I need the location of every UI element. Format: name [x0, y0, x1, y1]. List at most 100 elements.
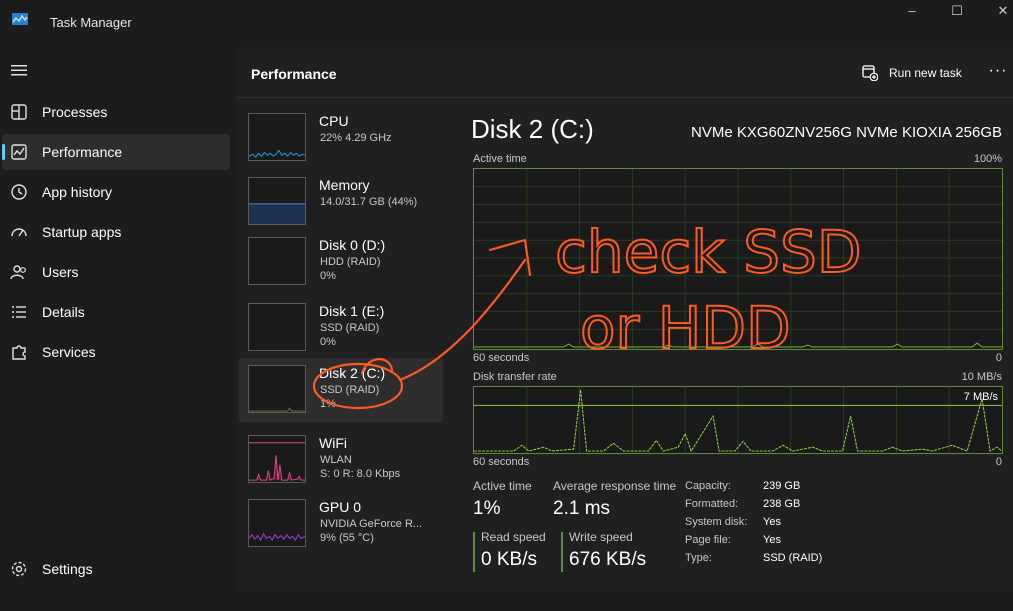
device-item-gpu-0[interactable]: GPU 0 NVIDIA GeForce R... 9% (55 °C): [239, 492, 443, 556]
hamburger-menu-icon[interactable]: [10, 62, 28, 78]
transfer-rate-graph-label: Disk transfer rate: [473, 371, 557, 383]
device-detail: 14.0/31.7 GB (44%): [320, 196, 418, 208]
type-value: SSD (RAID): [763, 552, 823, 564]
sidebar-item-processes[interactable]: Processes: [2, 94, 230, 130]
settings-label: Settings: [42, 561, 93, 577]
disk-2-thumbnail-graph: [248, 365, 306, 413]
sidebar-item-label: Startup apps: [42, 224, 122, 240]
run-new-task-label: Run new task: [889, 66, 962, 80]
read-speed-value: 0 KB/s: [481, 549, 537, 570]
system-disk-label: System disk:: [685, 516, 748, 528]
sidebar-item-label: Processes: [42, 104, 108, 120]
active-time-graph: [473, 168, 1003, 350]
sidebar-item-app-history[interactable]: App history: [2, 174, 230, 210]
transfer-rate-graph-min: 0: [995, 456, 1002, 468]
active-time-graph-max: 100%: [973, 153, 1002, 165]
device-item-disk-0[interactable]: Disk 0 (D:) HDD (RAID) 0%: [239, 230, 443, 294]
task-manager-icon: [12, 13, 28, 25]
active-time-label: Active time: [473, 479, 532, 493]
type-label: Type:: [685, 552, 712, 564]
sidebar-item-label: Details: [42, 304, 85, 320]
device-detail: WLAN: [320, 454, 352, 466]
device-name: WiFi: [319, 435, 347, 451]
formatted-value: 238 GB: [763, 498, 801, 510]
sidebar-item-label: Performance: [42, 144, 123, 160]
disk-0-thumbnail-graph: [248, 237, 306, 285]
gpu-thumbnail-graph: [248, 499, 306, 547]
run-new-task-button[interactable]: Run new task: [862, 62, 972, 84]
window-title: Task Manager: [50, 15, 132, 30]
formatted-label: Formatted:: [685, 498, 739, 510]
transfer-rate-graph-duration: 60 seconds: [473, 456, 530, 468]
device-item-cpu[interactable]: CPU 22% 4.29 GHz: [239, 106, 443, 170]
sidebar-item-performance[interactable]: Performance: [2, 134, 230, 170]
history-icon: [11, 184, 27, 200]
grid-icon: [11, 104, 27, 120]
write-speed-indicator: [561, 532, 563, 572]
title-bar: [0, 0, 1013, 46]
gear-icon: [11, 561, 27, 577]
chart-icon: [11, 144, 27, 160]
minimize-button[interactable]: –: [889, 2, 935, 20]
device-detail: SSD (RAID): [320, 384, 380, 396]
puzzle-icon: [12, 345, 26, 360]
device-item-disk-2[interactable]: Disk 2 (C:) SSD (RAID) 1%: [239, 358, 443, 422]
transfer-rate-line-label: 7 MB/s: [963, 391, 998, 403]
system-disk-value: Yes: [763, 516, 781, 528]
maximize-button[interactable]: ☐: [934, 2, 980, 20]
sidebar-item-label: App history: [42, 184, 113, 200]
more-options-button[interactable]: ···: [986, 62, 1010, 84]
device-item-disk-1[interactable]: Disk 1 (E:) SSD (RAID) 0%: [239, 296, 443, 360]
device-name: CPU: [319, 113, 349, 129]
device-usage: 0%: [320, 270, 336, 282]
disk-model: NVMe KXG60ZNV256G NVMe KIOXIA 256GB: [691, 124, 1002, 141]
page-file-value: Yes: [763, 534, 781, 546]
write-speed-value: 676 KB/s: [569, 549, 647, 570]
sidebar-item-startup-apps[interactable]: Startup apps: [2, 214, 230, 250]
capacity-value: 239 GB: [763, 480, 801, 492]
device-detail: HDD (RAID): [320, 256, 381, 268]
cpu-thumbnail-graph: [248, 113, 306, 161]
device-detail: NVIDIA GeForce R...: [320, 518, 423, 530]
device-item-memory[interactable]: Memory 14.0/31.7 GB (44%): [239, 170, 443, 234]
write-speed-label: Write speed: [569, 530, 633, 544]
device-item-wifi[interactable]: WiFi WLAN S: 0 R: 8.0 Kbps: [239, 428, 443, 492]
read-speed-indicator: [473, 532, 475, 572]
active-time-value: 1%: [473, 498, 501, 519]
sidebar-item-details[interactable]: Details: [2, 294, 230, 330]
run-task-icon: [862, 65, 878, 81]
speedometer-icon: [11, 228, 27, 237]
capacity-label: Capacity:: [685, 480, 731, 492]
device-usage: 1%: [320, 398, 336, 410]
disk-title: Disk 2 (C:): [471, 114, 594, 144]
device-usage: 0%: [320, 336, 336, 348]
device-name: Disk 2 (C:): [319, 365, 386, 381]
transfer-rate-graph-max: 10 MB/s: [961, 371, 1002, 383]
memory-thumbnail-graph: [248, 177, 306, 225]
device-usage: 9% (55 °C): [320, 532, 374, 544]
sidebar-item-users[interactable]: Users: [2, 254, 230, 290]
sidebar-item-label: Users: [42, 264, 79, 280]
users-icon: [10, 265, 26, 280]
device-name: Disk 0 (D:): [319, 237, 386, 253]
close-button[interactable]: ✕: [980, 2, 1013, 20]
wifi-thumbnail-graph: [248, 435, 306, 483]
device-name: GPU 0: [319, 499, 362, 515]
device-detail: 22% 4.29 GHz: [320, 132, 392, 144]
device-name: Memory: [319, 177, 370, 193]
device-usage: S: 0 R: 8.0 Kbps: [320, 468, 401, 480]
device-name: Disk 1 (E:): [319, 303, 385, 319]
active-time-graph-min: 0: [995, 352, 1002, 364]
settings-button[interactable]: Settings: [2, 551, 230, 587]
transfer-rate-graph: [473, 386, 1003, 454]
list-icon: [12, 306, 26, 318]
read-speed-label: Read speed: [481, 530, 546, 544]
sidebar-item-services[interactable]: Services: [2, 334, 230, 370]
active-indicator: [2, 144, 5, 160]
active-time-graph-label: Active time: [473, 153, 527, 165]
avg-response-label: Average response time: [553, 479, 677, 493]
device-detail: SSD (RAID): [320, 322, 380, 334]
disk-1-thumbnail-graph: [248, 303, 306, 351]
page-file-label: Page file:: [685, 534, 731, 546]
avg-response-value: 2.1 ms: [553, 498, 611, 519]
